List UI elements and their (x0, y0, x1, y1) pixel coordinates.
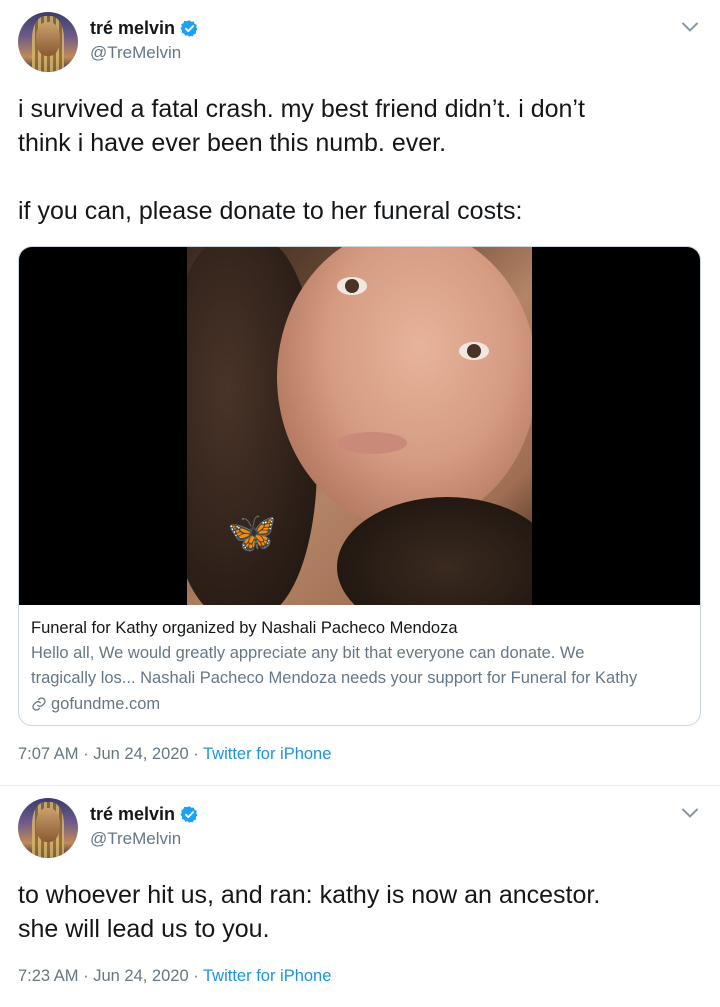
separator: · (188, 967, 204, 985)
author-row: tré melvin (90, 18, 199, 39)
tweet: tré melvin @TreMelvin to whoever hit us,… (0, 786, 720, 1007)
tweet-text-line: i survived a fatal crash. my best friend… (18, 95, 585, 123)
separator: · (78, 967, 94, 985)
link-icon (32, 697, 46, 711)
tweet-date[interactable]: Jun 24, 2020 (93, 967, 188, 985)
tweet-text-line (18, 160, 702, 194)
tweet-text-line: to whoever hit us, and ran: kathy is now… (18, 881, 601, 909)
tweet-source[interactable]: Twitter for iPhone (203, 745, 331, 763)
avatar[interactable] (18, 798, 78, 858)
handle[interactable]: @TreMelvin (90, 829, 181, 849)
tweet-date[interactable]: Jun 24, 2020 (93, 745, 188, 763)
chevron-down-icon[interactable] (682, 22, 698, 32)
card-meta: Funeral for Kathy organized by Nashali P… (31, 615, 688, 717)
tweet-text: to whoever hit us, and ran: kathy is now… (18, 878, 702, 946)
chevron-down-icon[interactable] (682, 808, 698, 818)
card-description: Hello all, We would greatly appreciate a… (31, 644, 585, 662)
handle[interactable]: @TreMelvin (90, 43, 181, 63)
separator: · (188, 745, 204, 763)
tweet: tré melvin @TreMelvin i survived a fatal… (0, 0, 720, 786)
tweet-text-line: think i have ever been this numb. ever. (18, 129, 447, 157)
tweet-time[interactable]: 7:07 AM (18, 745, 79, 763)
tweet-meta: 7:23 AM · Jun 24, 2020 · Twitter for iPh… (18, 967, 331, 986)
card-domain-row: gofundme.com (31, 691, 688, 717)
display-name[interactable]: tré melvin (90, 18, 175, 39)
display-name[interactable]: tré melvin (90, 804, 175, 825)
tweet-text: i survived a fatal crash. my best friend… (18, 92, 702, 228)
card-photo: 🦋 (187, 247, 532, 605)
tweet-text-line: if you can, please donate to her funeral… (18, 197, 523, 225)
tweet-time[interactable]: 7:23 AM (18, 967, 79, 985)
card-title: Funeral for Kathy organized by Nashali P… (31, 619, 458, 637)
tweet-source[interactable]: Twitter for iPhone (203, 967, 331, 985)
card-description: tragically los... Nashali Pacheco Mendoz… (31, 669, 638, 687)
link-card[interactable]: 🦋 Funeral for Kathy organized by Nashali… (18, 246, 701, 726)
author-row: tré melvin (90, 804, 199, 825)
avatar[interactable] (18, 12, 78, 72)
tweet-text-line: she will lead us to you. (18, 915, 270, 943)
tweet-meta: 7:07 AM · Jun 24, 2020 · Twitter for iPh… (18, 745, 331, 764)
card-image[interactable]: 🦋 (19, 247, 700, 605)
verified-badge-icon (180, 20, 198, 37)
separator: · (78, 745, 94, 763)
verified-badge-icon (180, 806, 198, 823)
card-domain: gofundme.com (51, 695, 161, 713)
